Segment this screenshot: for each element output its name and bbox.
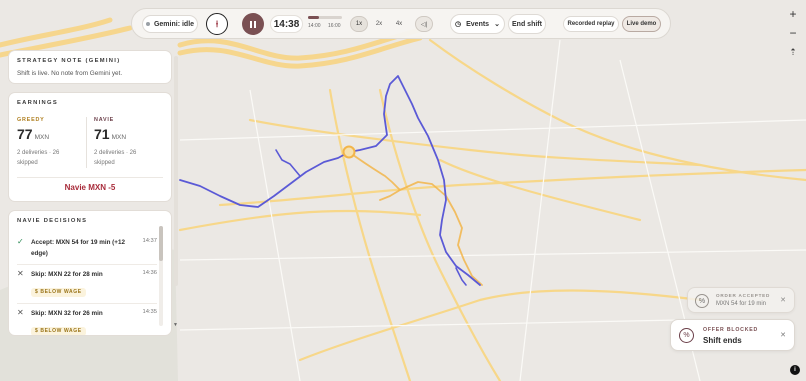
pause-bar-right xyxy=(254,20,256,28)
clock-icon: ◷ xyxy=(455,21,462,28)
below-wage-badge: $ BELOW WAGE xyxy=(31,326,86,335)
timeline-scrubber[interactable]: 14:00 16:00 xyxy=(308,16,346,33)
end-shift-button[interactable]: End shift xyxy=(508,14,546,34)
top-bar: Gemini: idle ⍿ 14:38 14:00 16:00 1x 2x 4… xyxy=(131,8,671,39)
gemini-status-label: Gemini: idle xyxy=(153,20,195,28)
x-icon: ✕ xyxy=(17,308,24,318)
zoom-in-button[interactable]: + xyxy=(786,7,800,21)
live-demo-button[interactable]: Live demo xyxy=(622,16,661,32)
greedy-deliveries: 2 deliveries · 26 xyxy=(17,150,60,156)
timeline-start-label: 14:00 xyxy=(308,23,321,29)
greedy-skipped: skipped xyxy=(17,160,38,167)
navie-currency: MXN xyxy=(111,134,127,141)
strategy-title: STRATEGY NOTE (GEMINI) xyxy=(17,58,121,64)
close-icon[interactable]: ✕ xyxy=(780,296,786,304)
navie-deliveries: 2 deliveries · 26 xyxy=(94,150,137,156)
zoom-out-button[interactable]: − xyxy=(786,26,800,40)
speed-2x-button[interactable]: 2x xyxy=(370,16,388,32)
below-wage-badge: $ BELOW WAGE xyxy=(31,287,86,297)
pause-bar-left xyxy=(250,20,252,28)
decision-text: Skip: MXN 22 for 28 min xyxy=(31,271,103,279)
navie-label: NAVIE xyxy=(94,117,115,123)
timeline-end-label: 16:00 xyxy=(328,23,341,29)
greedy-value: 77 xyxy=(17,126,33,142)
toast-title: OFFER BLOCKED xyxy=(703,327,759,333)
earnings-title: EARNINGS xyxy=(17,100,58,106)
decision-item[interactable]: ✓ Accept: MXN 54 for 19 min (+12 edge) 1… xyxy=(17,233,157,266)
decision-time: 14:35 xyxy=(142,309,157,316)
chevron-down-icon: ⌄ xyxy=(494,21,500,28)
decision-time: 14:36 xyxy=(142,270,157,277)
navie-skipped: skipped xyxy=(94,160,115,167)
decisions-list: ✓ Accept: MXN 54 for 19 min (+12 edge) 1… xyxy=(17,233,157,335)
x-icon: ✕ xyxy=(17,269,24,279)
speed-4x-button[interactable]: 4x xyxy=(390,16,408,32)
navie-earnings: NAVIE 71 MXN 2 deliveries · 26 skipped xyxy=(86,117,163,169)
percent-icon: % xyxy=(695,294,709,308)
navie-value: 71 xyxy=(94,126,110,142)
toast-message: Shift ends xyxy=(703,336,742,345)
toast-message: MXN 54 for 19 min xyxy=(716,301,767,307)
sidebar-scrollbar[interactable] xyxy=(174,56,178,286)
navie-decisions-panel[interactable]: NAVIE DECISIONS ✓ Accept: MXN 54 for 19 … xyxy=(8,210,172,336)
status-dot-icon xyxy=(145,22,150,26)
greedy-currency: MXN xyxy=(34,134,50,141)
pause-button[interactable] xyxy=(242,13,264,35)
greedy-label: GREEDY xyxy=(17,117,45,123)
strategy-note-panel: STRATEGY NOTE (GEMINI) Shift is live. No… xyxy=(8,50,172,84)
decision-text: Accept: MXN 54 for 19 min (+12 edge) xyxy=(31,239,125,258)
order-accepted-toast: % ORDER ACCEPTED MXN 54 for 19 min ✕ xyxy=(687,287,795,313)
scroll-down-arrow-icon[interactable]: ▼ xyxy=(173,322,178,328)
decisions-title: NAVIE DECISIONS xyxy=(17,218,88,224)
events-dropdown[interactable]: ◷ Events ⌄ xyxy=(450,14,505,34)
earnings-panel: EARNINGS GREEDY 77 MXN 2 deliveries · 26… xyxy=(8,92,172,202)
recorded-replay-button[interactable]: Recorded replay xyxy=(563,16,619,32)
gemini-status-pill[interactable]: Gemini: idle xyxy=(142,15,198,33)
speed-1x-button[interactable]: 1x xyxy=(350,16,368,32)
sim-clock: 14:38 xyxy=(270,15,303,33)
greedy-earnings: GREEDY 77 MXN 2 deliveries · 26 skipped xyxy=(17,117,86,168)
toast-title: ORDER ACCEPTED xyxy=(716,293,771,298)
timeline-progress xyxy=(308,16,319,19)
close-icon[interactable]: ✕ xyxy=(780,331,786,339)
earnings-difference: Navie MXN -5 xyxy=(17,177,163,192)
app-logo-icon: ⍿ xyxy=(206,13,228,35)
decision-text: Skip: MXN 32 for 26 min xyxy=(31,310,103,318)
events-label: Events xyxy=(466,20,490,28)
check-icon: ✓ xyxy=(17,237,24,246)
decisions-scrollbar[interactable] xyxy=(159,226,163,326)
offer-blocked-toast: % OFFER BLOCKED Shift ends ✕ xyxy=(670,319,795,351)
info-icon[interactable]: i xyxy=(790,365,800,375)
percent-icon: % xyxy=(679,328,694,343)
strategy-message: Shift is live. No note from Gemini yet. xyxy=(17,70,123,77)
decisions-scroll-thumb[interactable] xyxy=(159,226,163,261)
collapse-panel-button[interactable]: ◁| xyxy=(415,16,433,32)
decision-time: 14:37 xyxy=(142,238,157,244)
reset-north-button[interactable]: ⇡ xyxy=(786,45,800,59)
decision-item[interactable]: ✕ Skip: MXN 32 for 26 min $ BELOW WAGE 1… xyxy=(17,304,157,335)
decision-item[interactable]: ✕ Skip: MXN 22 for 28 min $ BELOW WAGE 1… xyxy=(17,265,157,305)
